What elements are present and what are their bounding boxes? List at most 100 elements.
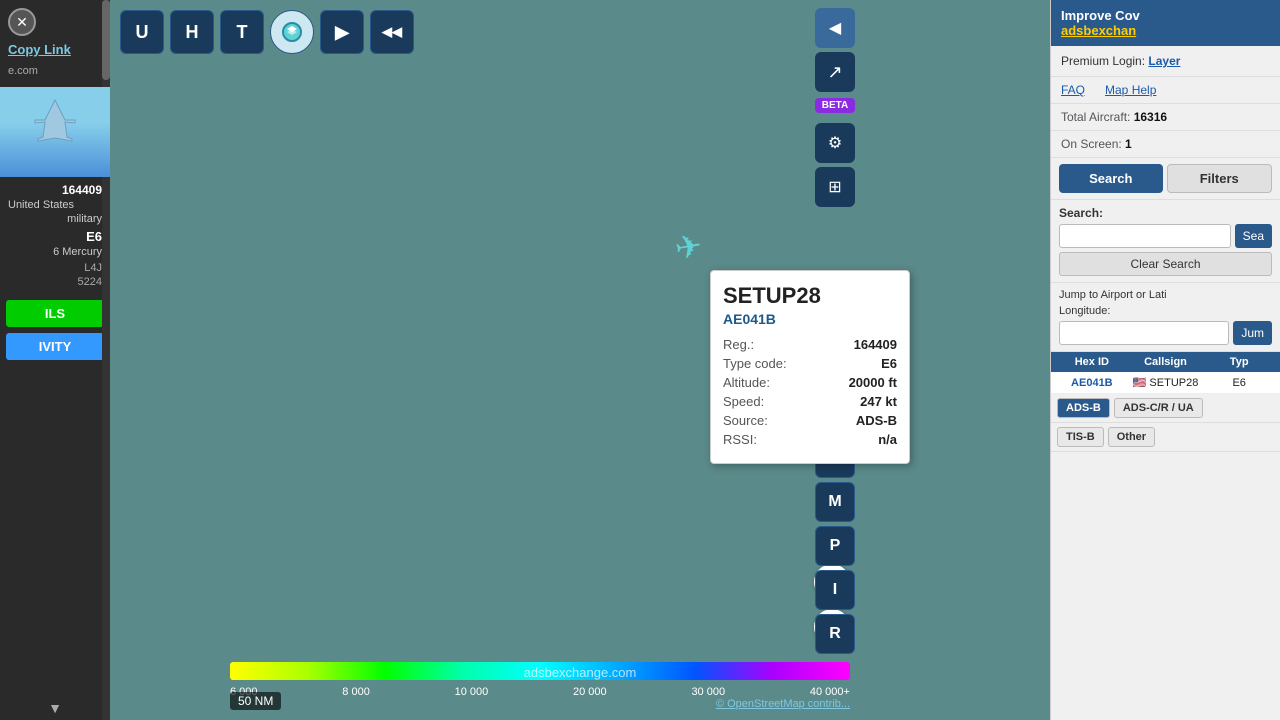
right-panel-header: Improve Cov adsbexchan bbox=[1051, 0, 1280, 46]
aircraft-marker[interactable]: ✈ bbox=[672, 226, 705, 268]
rssi-popup-value: n/a bbox=[878, 432, 897, 447]
openstreetmap-link[interactable]: © OpenStreetMap contrib... bbox=[716, 698, 850, 710]
login-icon: ↗ bbox=[827, 62, 842, 83]
aircraft-popup: SETUP28 AE041B Reg.: 164409 Type code: E… bbox=[710, 270, 910, 464]
search-section: Search: Sea Clear Search bbox=[1051, 200, 1280, 283]
flag-icon: 🇺🇸 bbox=[1133, 377, 1147, 389]
category-value: military bbox=[8, 213, 102, 225]
details-button[interactable]: ILS bbox=[6, 300, 104, 327]
nav-login-button[interactable]: ↗ bbox=[815, 52, 855, 92]
table-row[interactable]: AE041B 🇺🇸 SETUP28 E6 bbox=[1051, 372, 1280, 394]
jump-input-row: Jum bbox=[1059, 321, 1272, 345]
filters-tab-button[interactable]: Filters bbox=[1167, 164, 1273, 193]
search-tab-button[interactable]: Search bbox=[1059, 164, 1163, 193]
premium-section: Premium Login: Layer bbox=[1051, 46, 1280, 77]
settings-button[interactable]: ⚙ bbox=[815, 123, 855, 163]
header-improve-text: Improve Cov bbox=[1061, 8, 1140, 23]
nav-back-button[interactable]: ◀ bbox=[815, 8, 855, 48]
search-input[interactable] bbox=[1059, 224, 1231, 248]
alt-label-3: 20 000 bbox=[573, 686, 607, 698]
airport-value: L4J bbox=[8, 262, 102, 274]
source-popup-label: Source: bbox=[723, 413, 768, 428]
adsbexchange-logo: adsbexchange.com bbox=[524, 665, 637, 680]
scale-badge: 50 NM bbox=[230, 692, 281, 710]
search-label: Search: bbox=[1059, 206, 1272, 220]
aircraft-details: 164409 United States military E6 6 Mercu… bbox=[0, 177, 110, 296]
total-aircraft-label: Total Aircraft: bbox=[1061, 110, 1130, 124]
stats-button[interactable]: ⊞ bbox=[815, 167, 855, 207]
altitude-labels: 6 000 8 000 10 000 20 000 30 000 40 000+ bbox=[230, 686, 850, 698]
reg-value: 164409 bbox=[62, 183, 102, 197]
on-screen-label: On Screen: bbox=[1061, 137, 1122, 151]
source-other[interactable]: Other bbox=[1108, 427, 1155, 447]
map-help-link[interactable]: Map Help bbox=[1105, 83, 1156, 97]
popup-callsign: SETUP28 bbox=[723, 283, 897, 309]
right-nav-buttons: ◀ ↗ BETA ⚙ ⊞ bbox=[815, 0, 855, 207]
gear-icon: ⚙ bbox=[828, 133, 842, 153]
activity-button[interactable]: IVITY bbox=[6, 333, 104, 360]
premium-text: Premium Login: bbox=[1061, 54, 1145, 68]
rssi-popup-label: RSSI: bbox=[723, 432, 757, 447]
right-panel: Improve Cov adsbexchan Premium Login: La… bbox=[1050, 0, 1280, 720]
popup-hexid: AE041B bbox=[723, 311, 897, 327]
reg-popup-label: Reg.: bbox=[723, 337, 754, 352]
source-row-1: ADS-B ADS-C/R / UA bbox=[1051, 394, 1280, 423]
layers-button[interactable] bbox=[270, 10, 314, 54]
table-header: Hex ID Callsign Typ bbox=[1051, 352, 1280, 372]
alt-popup-label: Altitude: bbox=[723, 375, 770, 390]
search-input-row: Sea bbox=[1059, 224, 1272, 248]
header-adsb-link[interactable]: adsbexchan bbox=[1061, 23, 1136, 38]
source-popup-value: ADS-B bbox=[856, 413, 897, 428]
jump-input[interactable] bbox=[1059, 321, 1229, 345]
jump-button[interactable]: Jum bbox=[1233, 321, 1272, 345]
next-arrow-button[interactable]: ▶ bbox=[320, 10, 364, 54]
nav-m-button[interactable]: M bbox=[815, 482, 855, 522]
nav-p-button[interactable]: P bbox=[815, 526, 855, 566]
reg-popup-value: 164409 bbox=[854, 337, 897, 352]
country-value: United States bbox=[8, 199, 74, 211]
premium-link[interactable]: Layer bbox=[1148, 54, 1180, 68]
typecode-popup-label: Type code: bbox=[723, 356, 787, 371]
faq-link[interactable]: FAQ bbox=[1061, 83, 1085, 97]
close-icon: ✕ bbox=[16, 14, 28, 31]
table-hex: AE041B bbox=[1057, 377, 1127, 389]
jump-section: Jump to Airport or Lati Longitude: Jum bbox=[1051, 283, 1280, 352]
name-value: 6 Mercury bbox=[8, 246, 102, 258]
msn-value: 5224 bbox=[8, 276, 102, 288]
source-tisb[interactable]: TIS-B bbox=[1057, 427, 1104, 447]
on-screen-row: On Screen: 1 bbox=[1051, 131, 1280, 158]
nav-i-button[interactable]: I bbox=[815, 570, 855, 610]
col-type: Typ bbox=[1204, 356, 1274, 368]
search-filter-row: Search Filters bbox=[1051, 158, 1280, 200]
table-type: E6 bbox=[1204, 377, 1274, 389]
close-button[interactable]: ✕ bbox=[8, 8, 36, 36]
prev-arrow-button[interactable]: ◀◀ bbox=[370, 10, 414, 54]
btn-t[interactable]: T bbox=[220, 10, 264, 54]
speed-popup-value: 247 kt bbox=[860, 394, 897, 409]
source-adsc[interactable]: ADS-C/R / UA bbox=[1114, 398, 1203, 418]
alt-label-1: 8 000 bbox=[342, 686, 370, 698]
source-adsb[interactable]: ADS-B bbox=[1057, 398, 1110, 418]
nav-r-button[interactable]: R bbox=[815, 614, 855, 654]
col-callsign: Callsign bbox=[1131, 356, 1201, 368]
table-flag: 🇺🇸 SETUP28 bbox=[1131, 376, 1201, 389]
alt-label-5: 40 000+ bbox=[810, 686, 850, 698]
scroll-down-arrow[interactable]: ▼ bbox=[48, 700, 62, 716]
total-aircraft-value: 16316 bbox=[1134, 110, 1167, 124]
longitude-label: Longitude: bbox=[1059, 305, 1272, 317]
copy-link-button[interactable]: Copy Link bbox=[0, 36, 110, 63]
btn-h[interactable]: H bbox=[170, 10, 214, 54]
alt-popup-value: 20000 ft bbox=[849, 375, 897, 390]
typecode-popup-value: E6 bbox=[881, 356, 897, 371]
alt-label-4: 30 000 bbox=[691, 686, 725, 698]
sidebar-scroll-thumb bbox=[102, 0, 110, 80]
aircraft-image bbox=[0, 87, 110, 177]
on-screen-value: 1 bbox=[1125, 137, 1132, 151]
btn-u[interactable]: U bbox=[120, 10, 164, 54]
faq-row: FAQ Map Help bbox=[1051, 77, 1280, 104]
left-sidebar: ✕ Copy Link e.com 164409 United States m… bbox=[0, 0, 110, 720]
map-area[interactable]: U H T ▶ ◀◀ ◀ ↗ BETA ⚙ ⊞ ✈ SETUP28 AE041B… bbox=[110, 0, 1050, 720]
search-go-button[interactable]: Sea bbox=[1235, 224, 1272, 248]
clear-search-button[interactable]: Clear Search bbox=[1059, 252, 1272, 276]
top-toolbar: U H T ▶ ◀◀ bbox=[120, 10, 414, 54]
